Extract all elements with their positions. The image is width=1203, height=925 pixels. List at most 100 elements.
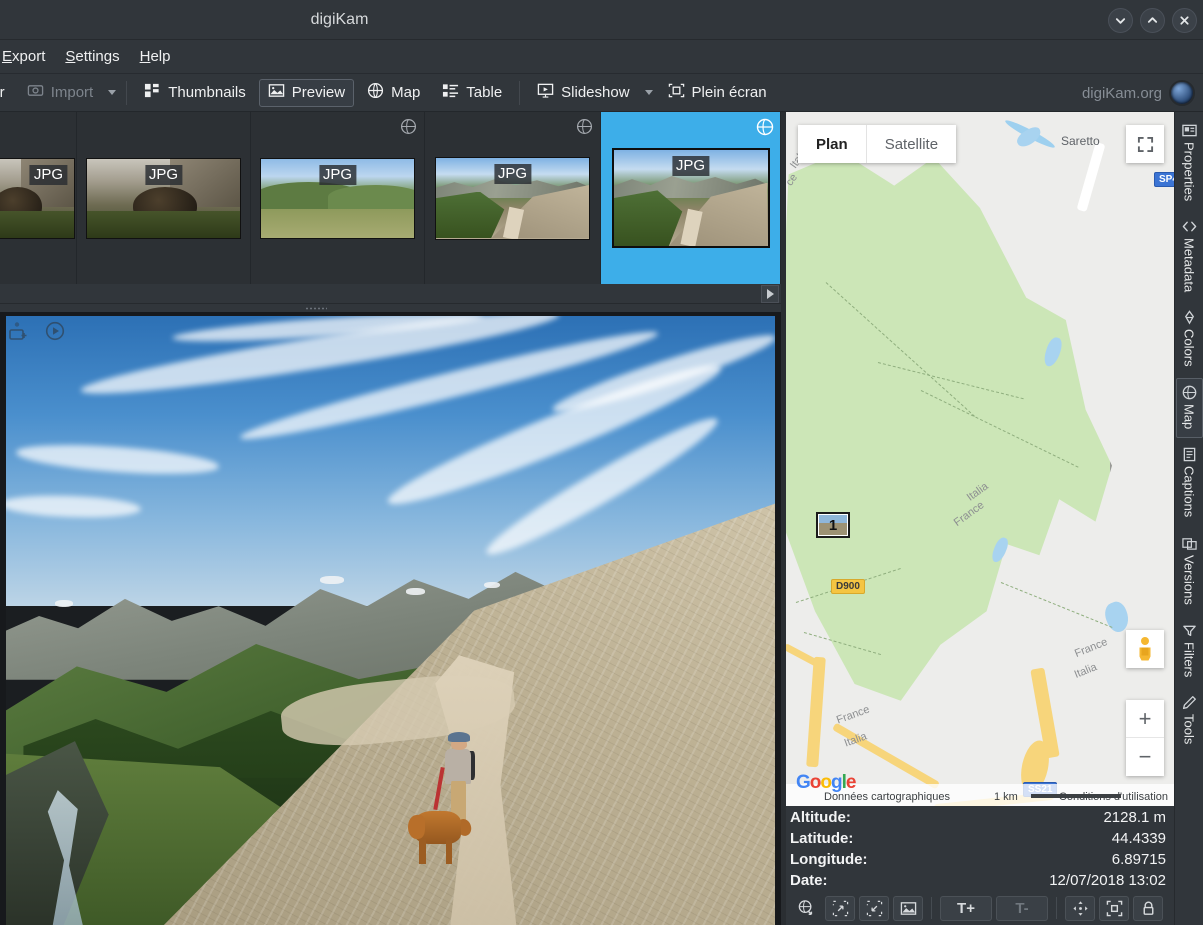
view-preview-button[interactable]: Preview [259, 79, 354, 107]
list-item[interactable]: JPG [425, 112, 601, 284]
map-canvas[interactable]: Saretto Italia ce Italia France France I… [786, 112, 1174, 806]
minimize-button[interactable] [1108, 8, 1133, 33]
fit-to-window-button[interactable] [859, 896, 889, 921]
geo-tagged-icon [756, 118, 773, 135]
map-zoom-controls[interactable]: + − [1126, 700, 1164, 776]
map-place-label: France [1073, 636, 1109, 660]
show-thumbnails-button[interactable] [893, 896, 923, 921]
brand-label: digiKam.org [1082, 85, 1162, 102]
map-photo-marker[interactable]: 1 [816, 512, 850, 538]
fullscreen-icon [668, 82, 685, 103]
window-title: digiKam [0, 0, 941, 40]
menu-export[interactable]: EExportxport [0, 40, 55, 74]
geo-info-panel: Altitude: 2128.1 m Latitude: 44.4339 Lon… [786, 806, 1174, 891]
filmstrip[interactable]: JPG JPG JPG JPG [0, 112, 781, 284]
sidebar-item-filters[interactable]: Filters [1176, 616, 1203, 686]
slideshow-label: Slideshow [561, 84, 629, 101]
list-item[interactable]: JPG [77, 112, 251, 284]
map-border-line [786, 152, 1112, 712]
sidebar-label: Colors [1182, 329, 1197, 367]
toolbar-manager-truncated[interactable]: ger [0, 79, 14, 107]
list-item-selected[interactable]: JPG [601, 112, 781, 284]
pencil-icon [1182, 695, 1197, 710]
decrease-thumbnail-size-button[interactable]: T- [996, 896, 1048, 921]
maximize-button[interactable] [1140, 8, 1165, 33]
geo-tagged-icon [576, 118, 593, 135]
toolbar-import-button[interactable]: Import [18, 79, 103, 107]
view-thumbnails-label: Thumbnails [168, 84, 246, 101]
view-table-button[interactable]: Table [433, 79, 511, 107]
globe-icon [367, 82, 384, 103]
map-zoom-in-button[interactable]: + [1126, 700, 1164, 738]
color-picker-icon [1182, 310, 1197, 325]
sidebar-item-map[interactable]: Map [1176, 378, 1203, 438]
format-badge: JPG [672, 156, 709, 176]
slideshow-dropdown-arrow[interactable] [641, 79, 657, 107]
import-dropdown-arrow[interactable] [104, 79, 120, 107]
image-preview-pane[interactable] [0, 312, 781, 925]
add-to-light-table-icon[interactable] [8, 320, 30, 342]
geo-info-row: Latitude: 44.4339 [790, 830, 1166, 851]
slideshow-button[interactable]: Slideshow [528, 79, 638, 107]
map-terms-link[interactable]: Conditions d'utilisation [1059, 791, 1168, 803]
zoom-to-selection-button[interactable] [825, 896, 855, 921]
globe-arrow-icon [797, 899, 815, 917]
preview-photo [0, 312, 781, 925]
map-bottom-toolbar: T+ T- [786, 891, 1174, 925]
map-place-label: Italia [1073, 661, 1099, 681]
map-toolbar-separator-2 [1056, 897, 1057, 919]
map-globe-refresh-button[interactable] [791, 896, 821, 921]
play-slideshow-icon[interactable] [44, 320, 66, 342]
increase-thumbnail-size-button[interactable]: T+ [940, 896, 992, 921]
view-map-button[interactable]: Map [358, 79, 429, 107]
map-zoom-out-button[interactable]: − [1126, 738, 1164, 776]
map-fullscreen-button[interactable] [1126, 125, 1164, 163]
altitude-label: Altitude: [790, 809, 851, 826]
filmstrip-scrollbar[interactable] [0, 284, 781, 304]
map-attribution: Données cartographiques [824, 791, 950, 803]
view-table-label: Table [466, 84, 502, 101]
properties-icon [1182, 123, 1197, 138]
fullscreen-button[interactable]: Plein écran [659, 79, 776, 107]
thumbnail-image: JPG [612, 148, 770, 248]
versions-icon [1182, 536, 1197, 551]
map-place-label: Saretto [1061, 134, 1100, 148]
map-panel[interactable]: Saretto Italia ce Italia France France I… [786, 112, 1174, 806]
right-sidebar: Properties Metadata Colors Map Captions [1174, 112, 1203, 925]
geo-info-row: Altitude: 2128.1 m [790, 809, 1166, 830]
import-icon [27, 82, 44, 103]
pan-mode-button[interactable] [1065, 896, 1095, 921]
sidebar-item-metadata[interactable]: Metadata [1176, 212, 1203, 301]
digikam-logo-icon[interactable] [1169, 80, 1195, 106]
lock-button[interactable] [1133, 896, 1163, 921]
toolbar-separator-1 [126, 81, 127, 105]
map-type-plan[interactable]: Plan [798, 125, 867, 163]
format-badge: JPG [319, 165, 356, 185]
map-trail-path [1001, 582, 1113, 628]
sidebar-item-colors[interactable]: Colors [1176, 303, 1203, 376]
view-thumbnails-button[interactable]: Thumbnails [135, 79, 255, 107]
filmstrip-scroll-right-button[interactable] [761, 285, 779, 303]
map-type-satellite[interactable]: Satellite [867, 125, 956, 163]
map-road [1077, 142, 1106, 212]
map-type-switcher[interactable]: Plan Satellite [798, 125, 956, 163]
menu-settings[interactable]: Settings [55, 40, 129, 74]
menu-help[interactable]: Help [130, 40, 181, 74]
sidebar-item-tools[interactable]: Tools [1176, 688, 1203, 753]
sidebar-item-captions[interactable]: Captions [1176, 440, 1203, 526]
longitude-label: Longitude: [790, 851, 867, 868]
sidebar-item-properties[interactable]: Properties [1176, 116, 1203, 210]
list-item[interactable]: JPG [251, 112, 425, 284]
sidebar-label: Metadata [1182, 238, 1197, 292]
street-view-pegman-button[interactable] [1126, 630, 1164, 668]
list-item[interactable]: JPG [0, 112, 77, 284]
altitude-value: 2128.1 m [1103, 809, 1166, 826]
sidebar-item-versions[interactable]: Versions [1176, 529, 1203, 614]
latitude-value: 44.4339 [1112, 830, 1166, 847]
map-scale-label: 1 km [994, 791, 1018, 803]
sidebar-label: Versions [1182, 555, 1197, 605]
panel-splitter[interactable] [0, 304, 781, 312]
selection-mode-button[interactable] [1099, 896, 1129, 921]
globe-icon [1182, 385, 1197, 400]
close-button[interactable] [1172, 8, 1197, 33]
